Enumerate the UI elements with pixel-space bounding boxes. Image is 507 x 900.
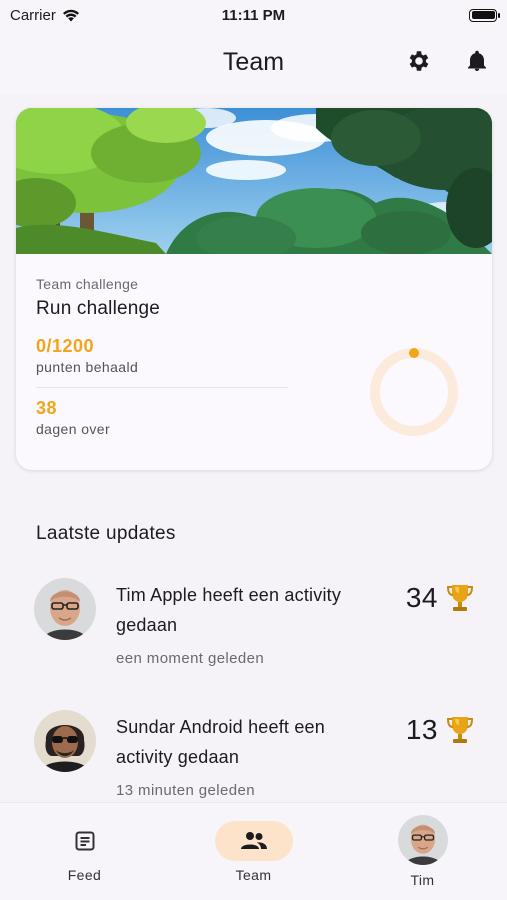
avatar (34, 710, 96, 772)
update-score: 13 (406, 714, 474, 746)
settings-button[interactable] (405, 44, 433, 78)
metric-divider (36, 387, 288, 388)
nav-label: Tim (410, 872, 435, 888)
article-icon (75, 831, 94, 851)
nav-item-profile[interactable]: Tim (338, 803, 507, 900)
score-value: 34 (405, 582, 438, 613)
trophy-icon (446, 585, 474, 611)
update-text: Tim Apple heeft een activity gedaan (116, 585, 342, 635)
notifications-button[interactable] (463, 44, 491, 78)
nav-item-feed[interactable]: Feed (0, 803, 169, 900)
page-title: Team (222, 47, 285, 76)
status-left: Carrier (10, 7, 80, 24)
app-bar: Team (0, 30, 507, 94)
gear-icon (409, 51, 429, 71)
update-time: een moment geleden (116, 650, 265, 667)
nav-label: Feed (67, 867, 102, 883)
update-text: Sundar Android heeft een activity gedaan (116, 717, 325, 767)
updates-title: Laatste updates (36, 523, 176, 544)
update-time: 13 minuten geleden (116, 782, 255, 799)
challenge-card[interactable]: Team challenge Run challenge 0/1200 punt… (16, 108, 492, 470)
trophy-icon (446, 717, 474, 743)
score-value: 13 (405, 714, 438, 745)
app-bar-actions (405, 44, 491, 78)
avatar (397, 815, 448, 865)
carrier-label: Carrier (10, 6, 56, 24)
nav-item-team[interactable]: Team (169, 803, 338, 900)
nav-icon-container-active (214, 821, 293, 861)
wifi-icon (62, 9, 79, 22)
challenge-title: Run challenge (36, 298, 161, 319)
update-score: 34 (406, 582, 474, 614)
status-bar: Carrier 11:11 PM (0, 0, 507, 30)
nav-icon-container (46, 821, 124, 861)
challenge-progress-ring (370, 348, 458, 436)
update-item[interactable]: Tim Apple heeft een activity gedaan een … (34, 578, 474, 688)
group-icon (240, 832, 267, 849)
battery-icon (469, 8, 500, 22)
nav-label: Team (235, 867, 272, 883)
avatar (34, 578, 96, 640)
bottom-nav: Feed Team Tim (0, 802, 507, 900)
challenge-kicker: Team challenge (36, 276, 139, 292)
bell-icon (468, 50, 486, 71)
challenge-banner-image (16, 108, 492, 254)
